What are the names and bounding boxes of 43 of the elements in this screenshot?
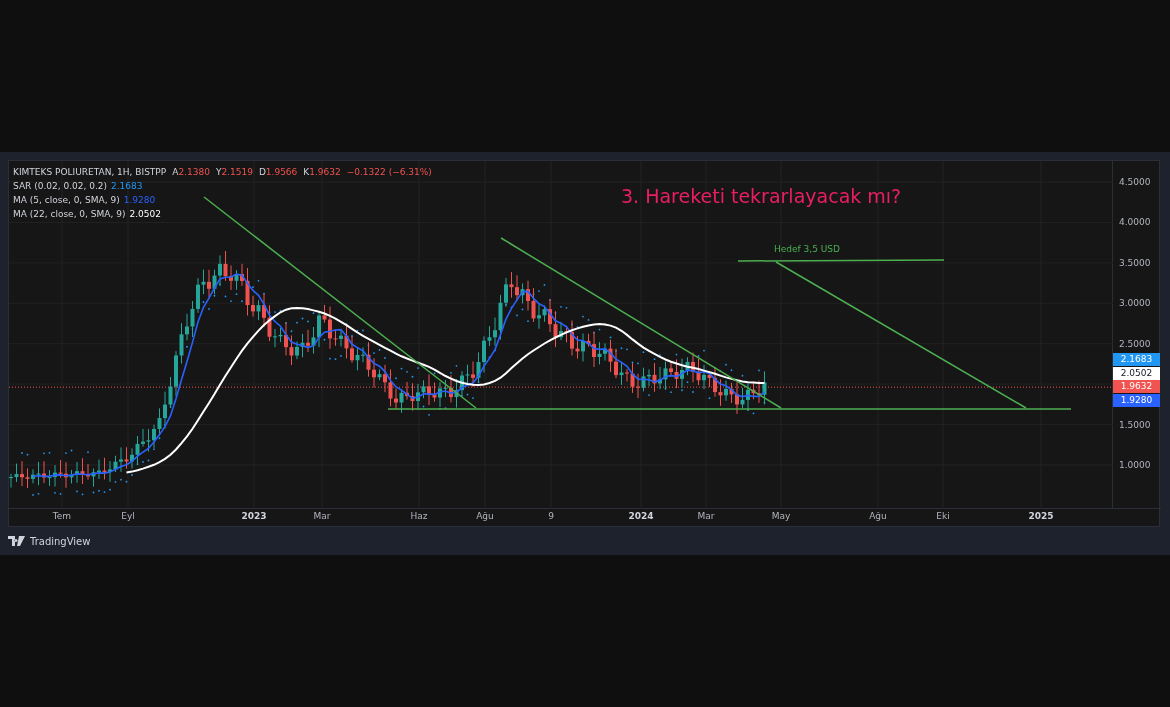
- ohlc-label: K: [303, 167, 310, 177]
- indicator-label: SAR (0.02, 0.02, 0.2): [13, 181, 107, 191]
- price-tick: 2.5000: [1119, 338, 1151, 349]
- indicator-value: 1.9280: [123, 195, 156, 205]
- target-label: Hedef 3,5 USD: [774, 244, 840, 254]
- time-label: Tem: [52, 511, 72, 521]
- time-label: 2025: [1028, 511, 1054, 521]
- time-label: 2023: [241, 511, 267, 521]
- time-label: Eyl: [121, 511, 135, 521]
- time-label: Mar: [697, 511, 715, 521]
- ohlc-label: A: [172, 167, 179, 177]
- price-tag: 1.9280: [1113, 393, 1160, 407]
- price-change: −0.1322 (−6.31%): [346, 167, 432, 177]
- indicator-label: MA (22, close, 0, SMA, 9): [13, 209, 126, 219]
- ohlc-value: 1.9632: [309, 167, 341, 177]
- ohlc-label: Y: [215, 167, 222, 177]
- ohlc-value: 2.1519: [221, 167, 253, 177]
- time-label: 9: [548, 511, 554, 521]
- indicator-value: 2.0502: [129, 209, 161, 219]
- ohlc-value: 2.1380: [178, 167, 210, 177]
- brand-name: TradingView: [30, 535, 91, 547]
- price-tick: 4.0000: [1119, 217, 1151, 228]
- price-tag: 2.1683: [1113, 353, 1160, 366]
- price-tick: 1.0000: [1119, 460, 1151, 470]
- price-tick: 4.5000: [1119, 177, 1151, 187]
- price-tick: 3.0000: [1119, 298, 1151, 309]
- price-tick: 3.5000: [1119, 257, 1151, 268]
- time-label: May: [771, 511, 791, 521]
- indicator-value: 2.1683: [111, 181, 143, 191]
- headline-annotation: 3. Hareketi tekrarlayacak mı?: [621, 185, 902, 207]
- time-label: 2024: [628, 511, 654, 521]
- price-tick: 1.5000: [1119, 419, 1151, 430]
- time-label: Haz: [410, 511, 428, 521]
- ohlc-label: D: [258, 167, 266, 177]
- price-tag: 2.0502: [1113, 366, 1160, 380]
- time-label: Eki: [936, 511, 950, 521]
- indicator-label: MA (5, close, 0, SMA, 9): [13, 195, 120, 205]
- time-label: Mar: [313, 511, 331, 521]
- time-label: Ağu: [869, 511, 887, 521]
- symbol-title: KIMTEKS POLIURETAN, 1H, BISTPP: [13, 167, 167, 177]
- ohlc-value: 1.9566: [265, 167, 298, 177]
- price-tag: 1.9632: [1113, 380, 1160, 393]
- time-label: Ağu: [476, 511, 494, 521]
